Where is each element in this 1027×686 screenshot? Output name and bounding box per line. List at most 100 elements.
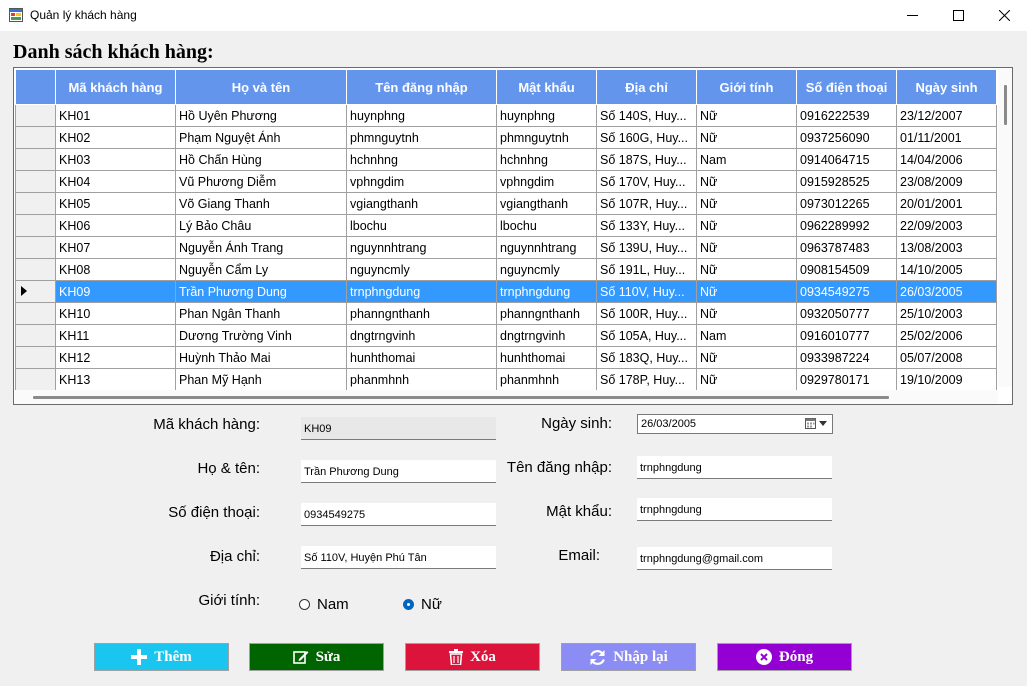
dia-chi-field[interactable]: Số 110V, Huyện Phú Tân: [301, 546, 496, 569]
sdt-field[interactable]: 0934549275: [301, 503, 496, 526]
table-cell[interactable]: Phan Mỹ Hạnh: [175, 368, 347, 391]
table-cell[interactable]: Trần Phương Dung: [175, 280, 347, 303]
ten-dang-nhap-field[interactable]: trnphngdung: [637, 456, 832, 479]
ho-ten-field[interactable]: Trần Phương Dung: [301, 460, 496, 483]
table-cell[interactable]: KH03: [55, 148, 176, 171]
table-cell[interactable]: KH05: [55, 192, 176, 215]
column-header[interactable]: Mã khách hàng: [55, 69, 176, 105]
table-cell[interactable]: 0915928525: [796, 170, 897, 193]
table-cell[interactable]: nguynnhtrang: [496, 236, 597, 259]
table-row[interactable]: KH08 Nguyễn Cẩm Ly nguyncmly nguyncmly Số 19…: [15, 258, 997, 281]
table-cell[interactable]: nguyncmly: [346, 258, 497, 281]
table-cell[interactable]: Nữ: [696, 368, 797, 391]
table-row[interactable]: KH07 Nguyễn Ánh Trang nguynnhtrang nguynnht…: [15, 236, 997, 259]
table-cell[interactable]: Số 170V, Huy...: [596, 170, 697, 193]
table-cell[interactable]: 23/08/2009: [896, 170, 997, 193]
table-cell[interactable]: KH13: [55, 368, 176, 391]
table-cell[interactable]: dngtrngvinh: [496, 324, 597, 347]
table-row[interactable]: KH01 Hồ Uyên Phương huynphng huynphng Số 140…: [15, 104, 997, 127]
table-cell[interactable]: 0916222539: [796, 104, 897, 127]
table-cell[interactable]: phanmhnh: [496, 368, 597, 391]
row-header[interactable]: [15, 126, 56, 149]
table-cell[interactable]: KH02: [55, 126, 176, 149]
table-cell[interactable]: 19/10/2009: [896, 368, 997, 391]
table-cell[interactable]: hchnhng: [496, 148, 597, 171]
row-header[interactable]: [15, 346, 56, 369]
column-header[interactable]: Giới tính: [696, 69, 797, 105]
table-cell[interactable]: trnphngdung: [496, 280, 597, 303]
table-cell[interactable]: Hồ Uyên Phương: [175, 104, 347, 127]
table-cell[interactable]: huynphng: [496, 104, 597, 127]
row-header[interactable]: [15, 280, 56, 303]
table-row[interactable]: KH09 Trần Phương Dung trnphngdung trnphngdu…: [15, 280, 997, 303]
table-cell[interactable]: 0908154509: [796, 258, 897, 281]
table-row[interactable]: KH11 Dương Trường Vinh dngtrngvinh dngtrngv…: [15, 324, 997, 347]
table-cell[interactable]: 25/02/2006: [896, 324, 997, 347]
vertical-scroll-thumb[interactable]: [1004, 85, 1007, 125]
table-row[interactable]: KH12 Huỳnh Thảo Mai hunhthomai hunhthomai Số…: [15, 346, 997, 369]
table-cell[interactable]: KH01: [55, 104, 176, 127]
table-cell[interactable]: Nguyễn Cẩm Ly: [175, 258, 347, 281]
table-cell[interactable]: 14/10/2005: [896, 258, 997, 281]
table-cell[interactable]: Số 187S, Huy...: [596, 148, 697, 171]
table-cell[interactable]: Nam: [696, 324, 797, 347]
table-cell[interactable]: KH06: [55, 214, 176, 237]
table-cell[interactable]: 26/03/2005: [896, 280, 997, 303]
table-cell[interactable]: KH11: [55, 324, 176, 347]
add-button[interactable]: Thêm: [94, 643, 229, 671]
column-header[interactable]: Ngày sinh: [896, 69, 997, 105]
row-header[interactable]: [15, 170, 56, 193]
table-cell[interactable]: Võ Giang Thanh: [175, 192, 347, 215]
table-cell[interactable]: Số 140S, Huy...: [596, 104, 697, 127]
maximize-button[interactable]: [935, 0, 981, 31]
table-cell[interactable]: Nữ: [696, 214, 797, 237]
table-cell[interactable]: Số 133Y, Huy...: [596, 214, 697, 237]
table-cell[interactable]: Nữ: [696, 104, 797, 127]
row-header[interactable]: [15, 324, 56, 347]
table-cell[interactable]: KH07: [55, 236, 176, 259]
table-cell[interactable]: 05/07/2008: [896, 346, 997, 369]
table-cell[interactable]: Số 183Q, Huy...: [596, 346, 697, 369]
table-row[interactable]: KH02 Phạm Nguyệt Ánh phmnguytnh phmnguytnh S…: [15, 126, 997, 149]
table-cell[interactable]: 22/09/2003: [896, 214, 997, 237]
customer-grid[interactable]: Mã khách hàng Họ và tên Tên đăng nhập Mậ…: [13, 67, 1013, 405]
column-header[interactable]: Tên đăng nhập: [346, 69, 497, 105]
table-cell[interactable]: Hồ Chấn Hùng: [175, 148, 347, 171]
table-cell[interactable]: phmnguytnh: [346, 126, 497, 149]
table-cell[interactable]: 0934549275: [796, 280, 897, 303]
table-cell[interactable]: 20/01/2001: [896, 192, 997, 215]
edit-button[interactable]: Sửa: [249, 643, 384, 671]
table-cell[interactable]: Nam: [696, 148, 797, 171]
table-cell[interactable]: 25/10/2003: [896, 302, 997, 325]
table-row[interactable]: KH13 Phan Mỹ Hạnh phanmhnh phanmhnh Số 178P,…: [15, 368, 997, 391]
table-cell[interactable]: 0929780171: [796, 368, 897, 391]
table-row[interactable]: KH05 Võ Giang Thanh vgiangthanh vgiangthanh…: [15, 192, 997, 215]
table-cell[interactable]: phmnguytnh: [496, 126, 597, 149]
table-cell[interactable]: Số 191L, Huy...: [596, 258, 697, 281]
table-cell[interactable]: huynphng: [346, 104, 497, 127]
table-cell[interactable]: phanngnthanh: [496, 302, 597, 325]
radio-nam-dot[interactable]: [299, 599, 310, 610]
table-cell[interactable]: Huỳnh Thảo Mai: [175, 346, 347, 369]
radio-nu-dot[interactable]: [403, 599, 414, 610]
table-cell[interactable]: phanmhnh: [346, 368, 497, 391]
table-cell[interactable]: 0973012265: [796, 192, 897, 215]
row-header[interactable]: [15, 148, 56, 171]
ma-kh-field[interactable]: KH09: [301, 417, 496, 440]
radio-nam[interactable]: Nam: [299, 596, 349, 613]
vertical-scrollbar[interactable]: [998, 69, 1012, 387]
table-cell[interactable]: Nữ: [696, 258, 797, 281]
ngay-sinh-picker[interactable]: 26/03/2005: [637, 414, 833, 434]
row-header[interactable]: [15, 302, 56, 325]
table-cell[interactable]: 23/12/2007: [896, 104, 997, 127]
horizontal-scroll-thumb[interactable]: [33, 396, 889, 399]
table-cell[interactable]: Nguyễn Ánh Trang: [175, 236, 347, 259]
table-cell[interactable]: 0937256090: [796, 126, 897, 149]
table-cell[interactable]: trnphngdung: [346, 280, 497, 303]
table-row[interactable]: KH03 Hồ Chấn Hùng hchnhng hchnhng Số 187S, H…: [15, 148, 997, 171]
table-row[interactable]: KH06 Lý Bảo Châu lbochu lbochu Số 133Y, Huy.…: [15, 214, 997, 237]
table-cell[interactable]: Lý Bảo Châu: [175, 214, 347, 237]
table-cell[interactable]: Số 107R, Huy...: [596, 192, 697, 215]
horizontal-scrollbar[interactable]: [15, 390, 998, 404]
table-cell[interactable]: 14/04/2006: [896, 148, 997, 171]
